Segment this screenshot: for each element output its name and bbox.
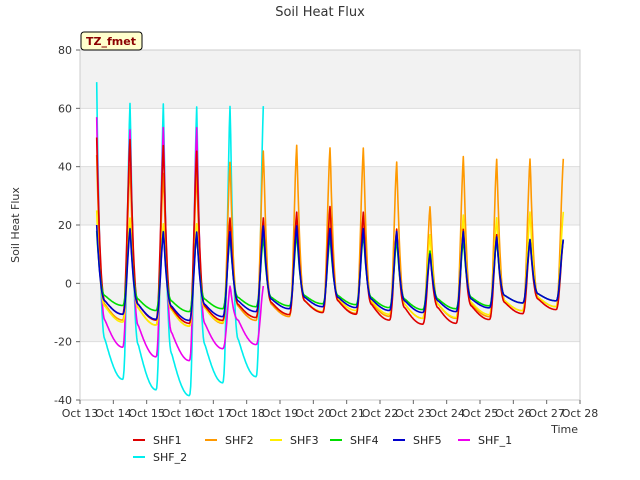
y-tick-label: -40 (54, 394, 72, 407)
x-tick-label: Oct 27 (528, 407, 565, 420)
legend-item-shf5: SHF5 (393, 434, 442, 447)
legend-item-shf-2: SHF_2 (133, 451, 187, 464)
background-band (80, 283, 580, 342)
x-tick-label: Oct 22 (362, 407, 399, 420)
x-tick-label: Oct 19 (262, 407, 299, 420)
legend-label: SHF3 (290, 434, 319, 447)
y-axis-title: Soil Heat Flux (9, 187, 22, 263)
chart-title: Soil Heat Flux (275, 5, 365, 20)
site-badge-text: TZ_fmet (86, 35, 136, 48)
y-tick-label: 80 (58, 44, 72, 57)
legend-label: SHF_2 (153, 451, 187, 464)
legend-item-shf-1: SHF_1 (458, 434, 512, 447)
x-tick-label: Oct 24 (428, 407, 465, 420)
legend-item-shf3: SHF3 (270, 434, 319, 447)
background-band (80, 341, 580, 400)
y-tick-label: 60 (58, 102, 72, 115)
x-tick-label: Oct 14 (95, 407, 132, 420)
x-tick-label: Oct 15 (128, 407, 165, 420)
site-badge: TZ_fmet (80, 31, 143, 51)
x-tick-label: Oct 21 (328, 407, 365, 420)
x-tick-label: Oct 25 (462, 407, 499, 420)
x-tick-label: Oct 20 (295, 407, 332, 420)
y-tick-label: 0 (65, 277, 72, 290)
x-tick-label: Oct 16 (162, 407, 199, 420)
legend-item-shf4: SHF4 (330, 434, 379, 447)
legend-item-shf1: SHF1 (133, 434, 182, 447)
legend-label: SHF1 (153, 434, 182, 447)
x-axis-title: Time (550, 423, 578, 436)
legend-item-shf2: SHF2 (205, 434, 254, 447)
x-tick-label: Oct 26 (495, 407, 532, 420)
x-tick-label: Oct 17 (195, 407, 232, 420)
y-axis: -40 -20 0 20 40 60 80 (54, 44, 80, 407)
x-tick-label: Oct 28 (562, 407, 599, 420)
x-tick-label: Oct 23 (395, 407, 432, 420)
x-tick-label: Oct 18 (228, 407, 265, 420)
legend-label: SHF5 (413, 434, 442, 447)
y-tick-label: 20 (58, 219, 72, 232)
soil-heat-flux-chart: -40 -20 0 20 40 60 80 Oct 13Oct 14Oct 15Oct 16… (9, 5, 599, 464)
x-axis: Oct 13Oct 14Oct 15Oct 16Oct 17Oct 18Oct … (62, 400, 599, 420)
legend-label: SHF_1 (478, 434, 512, 447)
legend: SHF1 SHF2 SHF3 SHF4 SHF5 SHF_1 SHF_2 (133, 434, 512, 464)
legend-label: SHF4 (350, 434, 379, 447)
background-band (80, 50, 580, 109)
y-tick-label: 40 (58, 161, 72, 174)
x-tick-label: Oct 13 (62, 407, 99, 420)
y-tick-label: -20 (54, 336, 72, 349)
legend-label: SHF2 (225, 434, 254, 447)
